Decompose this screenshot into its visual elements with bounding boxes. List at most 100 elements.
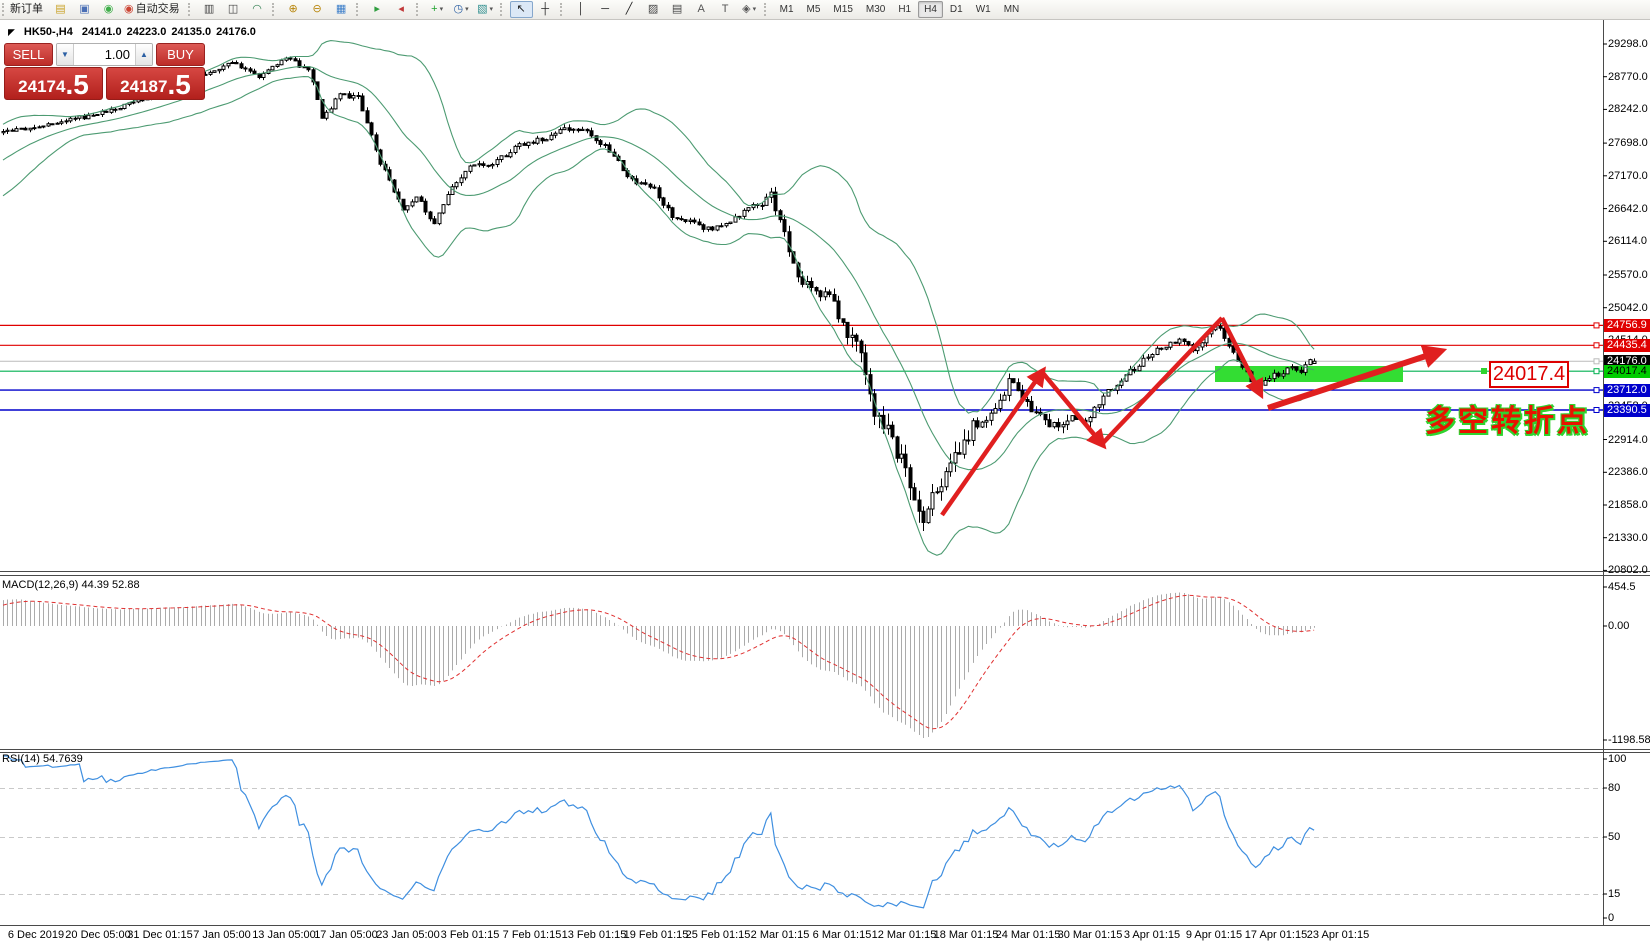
price-tick: 25570.0	[1608, 268, 1648, 281]
chart-shift-icon[interactable]: ◂	[390, 1, 413, 18]
vertical-line-icon[interactable]: │	[570, 1, 593, 18]
fibonacci-icon: ▤	[671, 3, 683, 15]
timeframe-d1[interactable]: D1	[944, 1, 969, 18]
fibonacci-icon[interactable]: ▤	[666, 1, 689, 18]
signals-icon: ◉	[103, 3, 114, 15]
volume-decrease-button[interactable]: ▼	[57, 44, 74, 65]
macd-tick: 0.00	[1608, 620, 1630, 632]
volume-control: ▼ 1.00 ▲	[56, 43, 153, 66]
line-chart-icon[interactable]: ◠	[246, 1, 269, 18]
auto-scroll-icon[interactable]: ▸	[366, 1, 389, 18]
bar-chart-icon: ▥	[203, 3, 215, 15]
timeframe-m1[interactable]: M1	[774, 1, 800, 18]
ohlc-open: 24141.0	[81, 26, 122, 38]
date-tick: 18 Mar 01:15	[933, 929, 999, 941]
auto-trading-button[interactable]: ◉ 自动交易	[121, 1, 185, 18]
arrows-icon: ◈	[742, 3, 751, 15]
date-tick: 12 Mar 01:15	[871, 929, 937, 941]
ohlc-close: 24176.0	[216, 26, 256, 38]
price-tick: 29298.0	[1608, 38, 1648, 50]
toolbar-grip	[499, 3, 506, 16]
text-label-icon[interactable]: T	[714, 1, 737, 18]
volume-input[interactable]: 1.00	[74, 44, 135, 65]
date-tick: 13 Feb 01:15	[561, 929, 627, 941]
terminal-icon[interactable]: ▤	[49, 1, 72, 18]
cursor-icon: ↖	[516, 3, 526, 15]
price-tick: 25042.0	[1608, 301, 1648, 314]
channel-icon[interactable]: ▨	[642, 1, 665, 18]
text-icon[interactable]: A	[690, 1, 713, 18]
timeframe-w1[interactable]: W1	[970, 1, 997, 18]
indicators-icon[interactable]: + ▾	[426, 1, 449, 18]
bar-chart-icon[interactable]: ▥	[198, 1, 221, 18]
arrows-icon[interactable]: ◈ ▾	[738, 1, 761, 18]
date-tick: 13 Jan 05:00	[252, 929, 316, 941]
date-tick: 3 Feb 01:15	[440, 929, 500, 941]
timeframe-h1[interactable]: H1	[892, 1, 917, 18]
price-badge-24435.4: 24435.4	[1604, 338, 1650, 352]
chart-shift-icon: ◂	[398, 3, 404, 15]
macd-indicator-label: MACD(12,26,9) 44.39 52.88	[2, 579, 140, 591]
date-tick: 2 Mar 01:15	[750, 929, 810, 941]
bid-price-main: 24174	[18, 77, 66, 97]
rsi-tick: 0	[1608, 912, 1615, 924]
templates-icon-dropdown[interactable]: ▾	[490, 6, 494, 13]
date-tick: 6 Mar 01:15	[812, 929, 872, 941]
buy-button[interactable]: BUY	[156, 43, 205, 66]
signals-icon[interactable]: ◉	[97, 1, 120, 18]
templates-icon[interactable]: ▧ ▾	[474, 1, 497, 18]
price-tick: 28242.0	[1608, 103, 1648, 116]
zoom-out-icon: ⊖	[312, 3, 322, 15]
toolbar-grip	[559, 3, 566, 16]
trendline-icon[interactable]: ╱	[618, 1, 641, 18]
bid-price-panel[interactable]: 24174.5	[4, 67, 103, 100]
tile-windows-icon[interactable]: ▦	[330, 1, 353, 18]
timeframe-h4[interactable]: H4	[918, 1, 943, 18]
macd-tick: 454.5	[1608, 581, 1636, 593]
ask-price-panel[interactable]: 24187.5	[106, 67, 205, 100]
price-tick: 22914.0	[1608, 433, 1648, 446]
candlestick-chart-icon[interactable]: ◫	[222, 1, 245, 18]
timeframe-m5[interactable]: M5	[801, 1, 827, 18]
price-level-label-box[interactable]: 24017.4	[1489, 361, 1569, 388]
timeframe-m15[interactable]: M15	[827, 1, 858, 18]
arrows-icon-dropdown[interactable]: ▾	[753, 6, 757, 13]
main-toolbar: 新订单 ▤ ▣ ◉ ◉ 自动交易 ▥ ◫ ◠ ⊕ ⊖ ▦ ▸ ◂ + ▾ ◷ ▾ ▧ ▾ ↖ ┼ │ ─ ╱ ▨ ▤ A T ◈ ▾ M1 M5…	[0, 0, 1650, 20]
indicators-icon: +	[431, 3, 438, 15]
date-tick: 9 Apr 01:15	[1185, 929, 1243, 941]
indicators-icon-dropdown[interactable]: ▾	[440, 6, 444, 13]
cursor-icon[interactable]: ↖	[509, 1, 533, 18]
horizontal-line-icon: ─	[601, 3, 609, 15]
periods-icon[interactable]: ◷ ▾	[450, 1, 473, 18]
vertical-line-icon: │	[577, 3, 585, 15]
price-badge-23712.0: 23712.0	[1604, 383, 1650, 397]
new-order-button[interactable]: 新订单	[5, 1, 48, 18]
periods-icon: ◷	[453, 3, 464, 15]
bull-bear-turning-point-note[interactable]: 多空转折点	[1425, 396, 1590, 440]
timeframe-m30[interactable]: M30	[860, 1, 891, 18]
sell-button[interactable]: SELL	[4, 43, 53, 66]
horizontal-line-icon[interactable]: ─	[594, 1, 617, 18]
crosshair-icon[interactable]: ┼	[534, 1, 557, 18]
zoom-out-icon[interactable]: ⊖	[306, 1, 329, 18]
chart-canvas[interactable]	[0, 0, 1650, 944]
timeframe-mn[interactable]: MN	[998, 1, 1026, 18]
line-chart-icon: ◠	[252, 3, 262, 15]
date-tick: 20 Dec 05:00	[65, 929, 131, 941]
zoom-in-icon[interactable]: ⊕	[282, 1, 305, 18]
volume-increase-button[interactable]: ▲	[135, 44, 152, 65]
rsi-tick: 80	[1608, 782, 1621, 794]
date-tick: 19 Feb 01:15	[623, 929, 689, 941]
rsi-indicator-label: RSI(14) 54.7639	[2, 753, 83, 765]
auto-scroll-icon: ▸	[374, 3, 380, 15]
rsi-tick: 100	[1608, 753, 1627, 765]
price-tick: 22386.0	[1608, 466, 1648, 479]
price-tick: 28770.0	[1608, 70, 1648, 83]
date-tick: 25 Feb 01:15	[685, 929, 751, 941]
price-tick: 27698.0	[1608, 137, 1648, 150]
rsi-tick: 50	[1608, 831, 1621, 843]
periods-icon-dropdown[interactable]: ▾	[465, 6, 469, 13]
ask-price-main: 24187	[120, 77, 168, 97]
date-tick: 17 Jan 05:00	[314, 929, 378, 941]
market-watch-icon[interactable]: ▣	[73, 1, 96, 18]
